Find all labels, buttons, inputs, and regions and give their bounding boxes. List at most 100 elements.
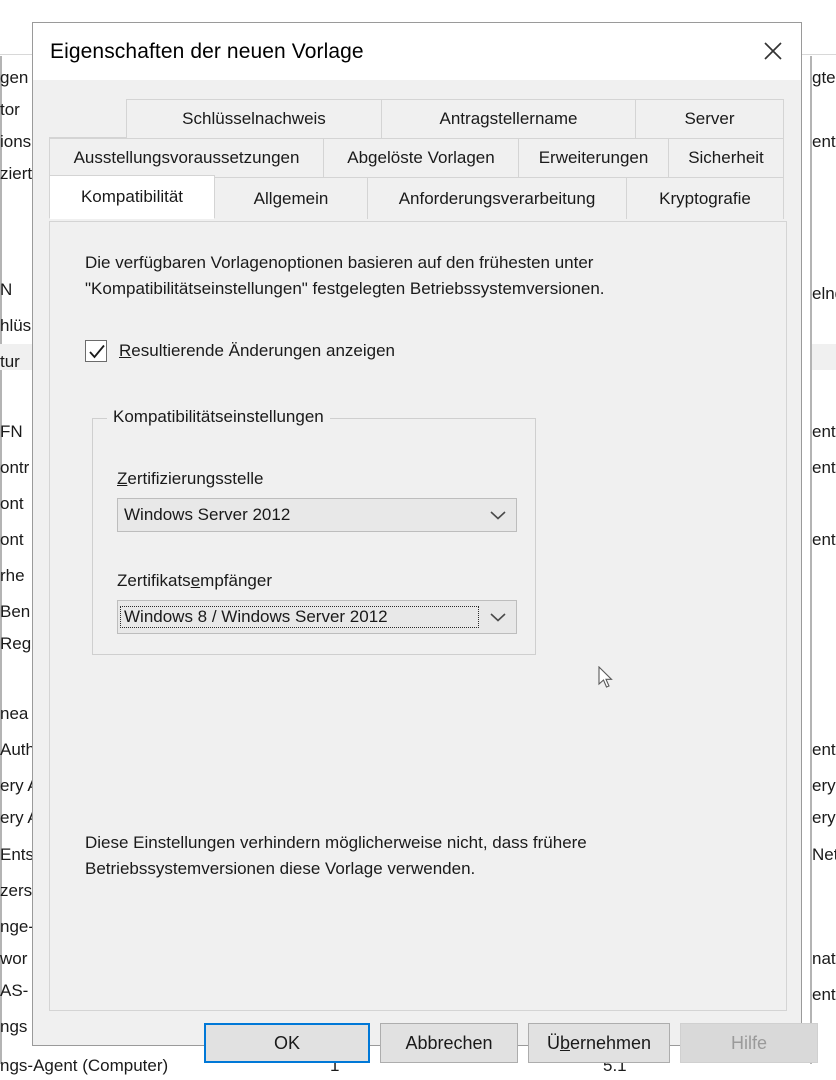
certification-authority-combobox[interactable]: Windows Server 2012 (117, 498, 517, 532)
background-text-fragment: entif (812, 132, 836, 151)
background-text-fragment: entif (812, 422, 836, 441)
certificate-recipient-combobox[interactable]: Windows 8 / Windows Server 2012 (117, 600, 517, 634)
tab-kryptografie[interactable]: Kryptografie (626, 177, 784, 219)
background-text-fragment: rhe (0, 566, 25, 585)
background-text-fragment: ery A (812, 776, 836, 795)
compatibility-description-line-2: "Kompatibilitätseinstellungen" festgeleg… (85, 279, 605, 298)
show-resulting-changes-checkbox[interactable] (85, 340, 107, 362)
tab-label: Schlüsselnachweis (182, 109, 326, 128)
ok-button[interactable]: OK (204, 1023, 370, 1063)
certification-authority-label-rest: ertifizierungsstelle (127, 469, 264, 488)
background-text-fragment: Netz (812, 845, 836, 864)
tab-row-1: Schlüsselnachweis Antragstellername Server (49, 99, 787, 138)
certificate-recipient-label-pre: Zertifikats (117, 571, 191, 590)
background-text-fragment: FN (0, 422, 23, 441)
certification-authority-value: Windows Server 2012 (124, 505, 291, 524)
tab-allgemein[interactable]: Allgemein (214, 177, 368, 219)
tab-strip: Schlüsselnachweis Antragstellername Server… (49, 99, 787, 223)
compatibility-settings-legend: Kompatibilitätseinstellungen (107, 407, 330, 427)
background-text-fragment: natu (812, 949, 836, 968)
compatibility-settings-groupbox: Kompatibilitätseinstellungen Zertifizier… (92, 407, 536, 655)
background-text-fragment: ngs (0, 1017, 28, 1036)
close-icon[interactable] (745, 23, 801, 79)
background-frame-right-border (810, 56, 812, 1064)
tab-erweiterungen[interactable]: Erweiterungen (518, 138, 669, 177)
tab-kompatibilitaet[interactable]: Kompatibilität (49, 175, 215, 219)
tab-label: Erweiterungen (538, 148, 649, 167)
background-text-fragment: hlüs (0, 316, 32, 335)
compatibility-note: Diese Einstellungen verhindern möglicher… (85, 830, 725, 882)
template-properties-dialog: Eigenschaften der neuen Vorlage Schlüsse… (32, 22, 818, 1063)
background-text-fragment: gen (0, 68, 29, 87)
background-text-fragment: N (0, 280, 13, 299)
tab-label: Kryptografie (659, 188, 751, 208)
tab-row-2: Ausstellungsvoraussetzungen Abgelöste Vor… (49, 138, 787, 177)
tab-schluesselnachweis[interactable]: Schlüsselnachweis (126, 99, 382, 138)
tab-antragstellername[interactable]: Antragstellername (381, 99, 636, 138)
background-text-fragment: entif (812, 530, 836, 549)
show-resulting-changes-label-rest: esultierende Änderungen anzeigen (131, 341, 395, 360)
background-text-fragment: ontr (0, 458, 30, 477)
screen: gen tor ions ziert Nhlüs tur FN ontr ont ont rhe Be… (0, 0, 836, 1080)
background-text-fragment: tor (0, 100, 20, 119)
background-text-fragment: ery A (812, 808, 836, 827)
tab-label: Abgelöste Vorlagen (347, 148, 495, 167)
apply-button-accel: b (559, 1032, 570, 1053)
compatibility-note-line-2: Betriebssystemversionen diese Vorlage ve… (85, 859, 476, 878)
background-text-fragment: entif (812, 985, 836, 1004)
background-text-fragment: ont (0, 494, 24, 513)
certificate-recipient-value: Windows 8 / Windows Server 2012 (120, 606, 479, 628)
dialog-titlebar: Eigenschaften der neuen Vorlage (33, 23, 801, 81)
apply-button-rest: ernehmen (569, 1032, 652, 1053)
background-text-fragment: gte 2 (812, 68, 836, 87)
certificate-recipient-accel: e (190, 571, 201, 590)
certificate-recipient-label-rest: mpfänger (200, 571, 272, 590)
help-button: Hilfe (680, 1023, 818, 1063)
dialog-button-bar: OK Abbrechen Üb ernehmen Hilfe (33, 1023, 818, 1069)
background-text-fragment: ions (0, 132, 32, 151)
background-text-fragment: zers (0, 881, 33, 900)
tab-label: Server (684, 109, 735, 128)
background-text-fragment: entif (812, 740, 836, 759)
background-text-fragment: elnd (812, 284, 836, 303)
compatibility-description-line-1: Die verfügbaren Vorlagenoptionen basiere… (85, 253, 594, 272)
certification-authority-accel: Z (117, 469, 128, 488)
chevron-down-icon[interactable] (480, 509, 516, 521)
background-text-fragment: Ents (0, 845, 35, 864)
background-text-fragment: tur (0, 352, 20, 371)
background-text-fragment: Auth (0, 740, 35, 759)
tab-sicherheit[interactable]: Sicherheit (668, 138, 784, 177)
tab-server[interactable]: Server (635, 99, 784, 138)
certificate-recipient-label: Zertifikatsempfänger (117, 571, 272, 591)
chevron-down-icon[interactable] (480, 611, 516, 623)
cancel-button[interactable]: Abbrechen (380, 1023, 518, 1063)
apply-button-pre: Ü (546, 1032, 560, 1053)
tab-anforderungsverarbeitung[interactable]: Anforderungsverarbeitung (367, 177, 627, 219)
tab-label: Allgemein (253, 188, 329, 208)
dialog-title: Eigenschaften der neuen Vorlage (50, 40, 364, 63)
compatibility-note-line-1: Diese Einstellungen verhindern möglicher… (85, 833, 587, 852)
background-text-fragment: entif (812, 458, 836, 477)
tab-content-panel-kompatibilitaet: Die verfügbaren Vorlagenoptionen basiere… (49, 221, 787, 1011)
background-text-fragment: nea (0, 704, 29, 723)
background-text-fragment: AS- (0, 981, 29, 1000)
certification-authority-label: Zertifizierungsstelle (117, 469, 263, 489)
tab-row-3: Kompatibilität Allgemein Anforderungsverar… (49, 175, 787, 219)
background-frame-left-border (0, 56, 2, 1064)
background-selected-row-highlight-right (812, 344, 836, 370)
background-text-fragment: wor (0, 949, 28, 968)
tab-label: Sicherheit (688, 148, 764, 167)
apply-button[interactable]: Üb ernehmen (528, 1023, 670, 1063)
tab-label: Antragstellername (439, 109, 578, 128)
compatibility-description: Die verfügbaren Vorlagenoptionen basiere… (85, 250, 715, 302)
show-resulting-changes-checkbox-row[interactable]: Resultierende Änderungen anzeigen (85, 340, 395, 362)
show-resulting-changes-accel: R (119, 341, 132, 360)
background-text-fragment: Ben (0, 602, 31, 621)
tab-label: Kompatibilität (80, 187, 184, 206)
tab-label: Ausstellungsvoraussetzungen (73, 148, 300, 167)
background-text-fragment: nge- (0, 917, 35, 936)
tab-ausstellungsvoraussetzungen[interactable]: Ausstellungsvoraussetzungen (49, 138, 324, 177)
background-text-fragment: ont (0, 530, 24, 549)
tab-abgeloeste-vorlagen[interactable]: Abgelöste Vorlagen (323, 138, 519, 177)
show-resulting-changes-label: Resultierende Änderungen anzeigen (119, 341, 395, 361)
